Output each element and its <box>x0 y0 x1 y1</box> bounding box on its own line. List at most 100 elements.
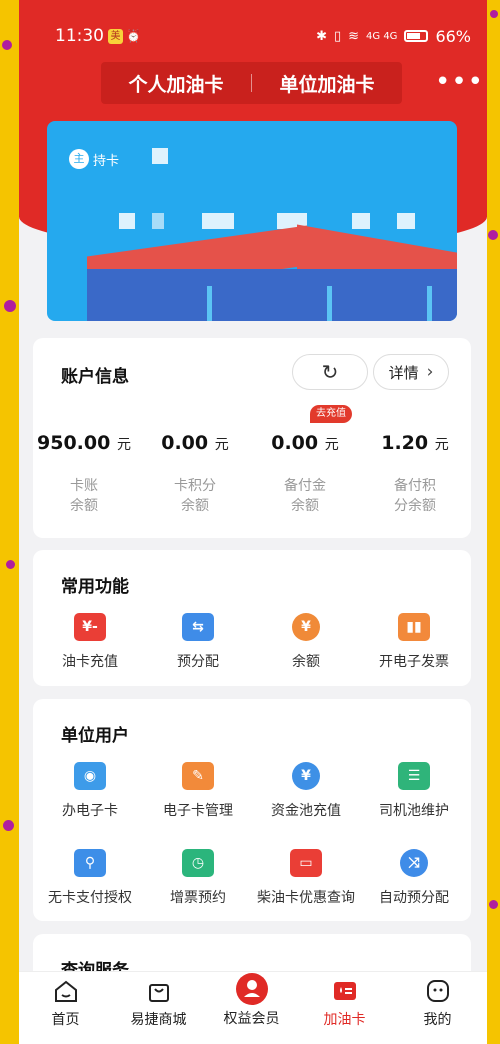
label: 备付金 <box>284 478 326 494</box>
bluetooth-icon: ✱ <box>316 28 327 44</box>
home-icon <box>52 977 80 1005</box>
app-badge-icon: 美 <box>108 28 123 44</box>
func-driver-pool[interactable]: ☰ 司机池维护 <box>359 762 469 820</box>
tab-personal-card[interactable]: 个人加油卡 <box>101 70 251 97</box>
unit: 元 <box>324 437 339 453</box>
account-info-title: 账户信息 <box>61 367 129 387</box>
func-label: 油卡充值 <box>62 654 118 670</box>
status-bar: 11:30 美 ⏰ ✱ ▯ ≋ 4G 4G 66% <box>19 20 487 52</box>
diesel-discount-icon: ▭ <box>290 849 322 877</box>
label: 余额 <box>181 498 209 514</box>
func-label: 余额 <box>292 654 320 670</box>
func-e-invoice[interactable]: ▮▮ 开电子发票 <box>359 613 469 671</box>
money-bag-icon: ¥ <box>292 613 320 641</box>
company-users-panel: 单位用户 ◉ 办电子卡 ✎ 电子卡管理 ¥ 资金池充值 ☰ 司机池维护 ⚲ 无卡… <box>33 699 471 921</box>
nav-label: 首页 <box>51 1012 80 1028</box>
common-functions-panel: 常用功能 ¥- 油卡充值 ⇆ 预分配 ¥ 余额 ▮▮ 开电子发票 <box>33 550 471 686</box>
recharge-icon: ¥- <box>74 613 106 641</box>
frame-decoration <box>488 230 498 240</box>
battery-percent: 66% <box>435 26 471 46</box>
func-diesel-discount[interactable]: ▭ 柴油卡优惠查询 <box>251 849 361 907</box>
card-type-switch: 个人加油卡 单位加油卡 <box>101 62 402 104</box>
gas-station-illustration <box>87 269 457 321</box>
nav-home[interactable]: 首页 <box>19 972 112 1029</box>
func-issue-e-card[interactable]: ◉ 办电子卡 <box>35 762 145 820</box>
wifi-icon: ≋ <box>348 28 360 44</box>
gas-station-pillar <box>427 286 432 321</box>
masked-card-number <box>119 213 135 229</box>
bottom-nav: 首页 易捷商城 权益会员 加油卡 我的 <box>19 971 487 1044</box>
func-e-card-manage[interactable]: ✎ 电子卡管理 <box>143 762 253 820</box>
nav-fuel-card[interactable]: 加油卡 <box>298 972 391 1029</box>
card-holder: 主 持卡 <box>69 149 119 169</box>
func-ticket-booking[interactable]: ◷ 增票预约 <box>143 849 253 907</box>
chevron-right-icon: › <box>426 362 434 382</box>
func-cardless-pay[interactable]: ⚲ 无卡支付授权 <box>35 849 145 907</box>
balance-reserve-fund[interactable]: 0.00 元 备付金余额 <box>250 432 360 516</box>
alarm-icon: ⏰ <box>126 29 141 43</box>
func-label: 无卡支付授权 <box>48 890 132 906</box>
nav-label: 我的 <box>423 1012 452 1028</box>
frame-decoration <box>4 300 16 312</box>
e-card-icon: ◉ <box>74 762 106 790</box>
frame-decoration <box>490 10 498 18</box>
masked-card-number <box>397 213 415 229</box>
func-card-recharge[interactable]: ¥- 油卡充值 <box>35 613 145 671</box>
func-label: 开电子发票 <box>379 654 449 670</box>
func-balance[interactable]: ¥ 余额 <box>251 613 361 671</box>
balance-reserve-points[interactable]: 1.20 元 备付积 分余额 <box>360 432 470 516</box>
unit: 元 <box>116 437 131 453</box>
nav-member[interactable]: 权益会员 <box>205 972 298 1028</box>
frame-decoration <box>6 560 15 569</box>
profile-icon <box>424 977 452 1005</box>
nav-label: 权益会员 <box>223 1011 280 1027</box>
battery-icon <box>404 30 429 42</box>
signal-icon: 4G 4G <box>366 30 398 42</box>
tab-company-card[interactable]: 单位加油卡 <box>252 70 402 97</box>
gas-station-pillar <box>327 286 332 321</box>
func-fund-pool-recharge[interactable]: ¥ 资金池充值 <box>251 762 361 820</box>
frame-decoration <box>2 40 12 50</box>
balance-card-points[interactable]: 0.00 元 卡积分 余额 <box>140 432 250 516</box>
func-label: 预分配 <box>177 654 219 670</box>
refresh-button[interactable]: ↻ <box>292 354 368 390</box>
func-label: 司机池维护 <box>379 803 449 819</box>
detail-label: 详情 <box>388 363 419 382</box>
invoice-icon: ▮▮ <box>398 613 430 641</box>
card-holder-label: 持卡 <box>93 153 120 169</box>
func-label: 自动预分配 <box>379 890 449 906</box>
ticket-booking-icon: ◷ <box>182 849 214 877</box>
label: 卡积分 <box>174 478 216 494</box>
func-auto-allocate[interactable]: ⤨ 自动预分配 <box>359 849 469 907</box>
fuel-card-icon <box>331 977 359 1005</box>
balance-card-account[interactable]: 950.00 元 卡账 余额 <box>29 432 139 516</box>
func-pre-allocate[interactable]: ⇆ 预分配 <box>143 613 253 671</box>
shop-bag-icon <box>145 977 173 1005</box>
gas-station-pillar <box>207 286 212 321</box>
label: 余额 <box>291 498 319 514</box>
status-time: 11:30 <box>55 26 104 46</box>
cardless-pay-icon: ⚲ <box>74 849 106 877</box>
card-balance-value: 950.00 <box>37 432 111 454</box>
nav-profile[interactable]: 我的 <box>391 972 484 1029</box>
label: 备付积 <box>394 478 436 494</box>
points-balance-value: 0.00 <box>161 432 209 454</box>
vibrate-icon: ▯ <box>333 28 342 44</box>
refresh-icon: ↻ <box>321 360 339 384</box>
fund-pool-icon: ¥ <box>292 762 320 790</box>
label: 卡账 <box>70 478 98 494</box>
fuel-card[interactable]: 主 持卡 <box>47 121 457 321</box>
func-label: 柴油卡优惠查询 <box>257 890 355 906</box>
detail-button[interactable]: 详情 › <box>373 354 449 390</box>
go-recharge-tag[interactable]: 去充值 <box>310 405 352 423</box>
nav-shop[interactable]: 易捷商城 <box>112 972 205 1029</box>
allocate-icon: ⇆ <box>182 613 214 641</box>
masked-card-number <box>202 213 234 229</box>
more-menu-button[interactable]: ••• <box>435 69 484 95</box>
func-label: 资金池充值 <box>271 803 341 819</box>
frame-decoration <box>3 820 14 831</box>
reserve-balance-value: 0.00 <box>271 432 319 454</box>
func-label: 电子卡管理 <box>163 803 233 819</box>
phone-screen: 11:30 美 ⏰ ✱ ▯ ≋ 4G 4G 66% 个人加油卡 单位加油卡 ••… <box>19 0 487 1044</box>
company-users-title: 单位用户 <box>61 726 129 746</box>
